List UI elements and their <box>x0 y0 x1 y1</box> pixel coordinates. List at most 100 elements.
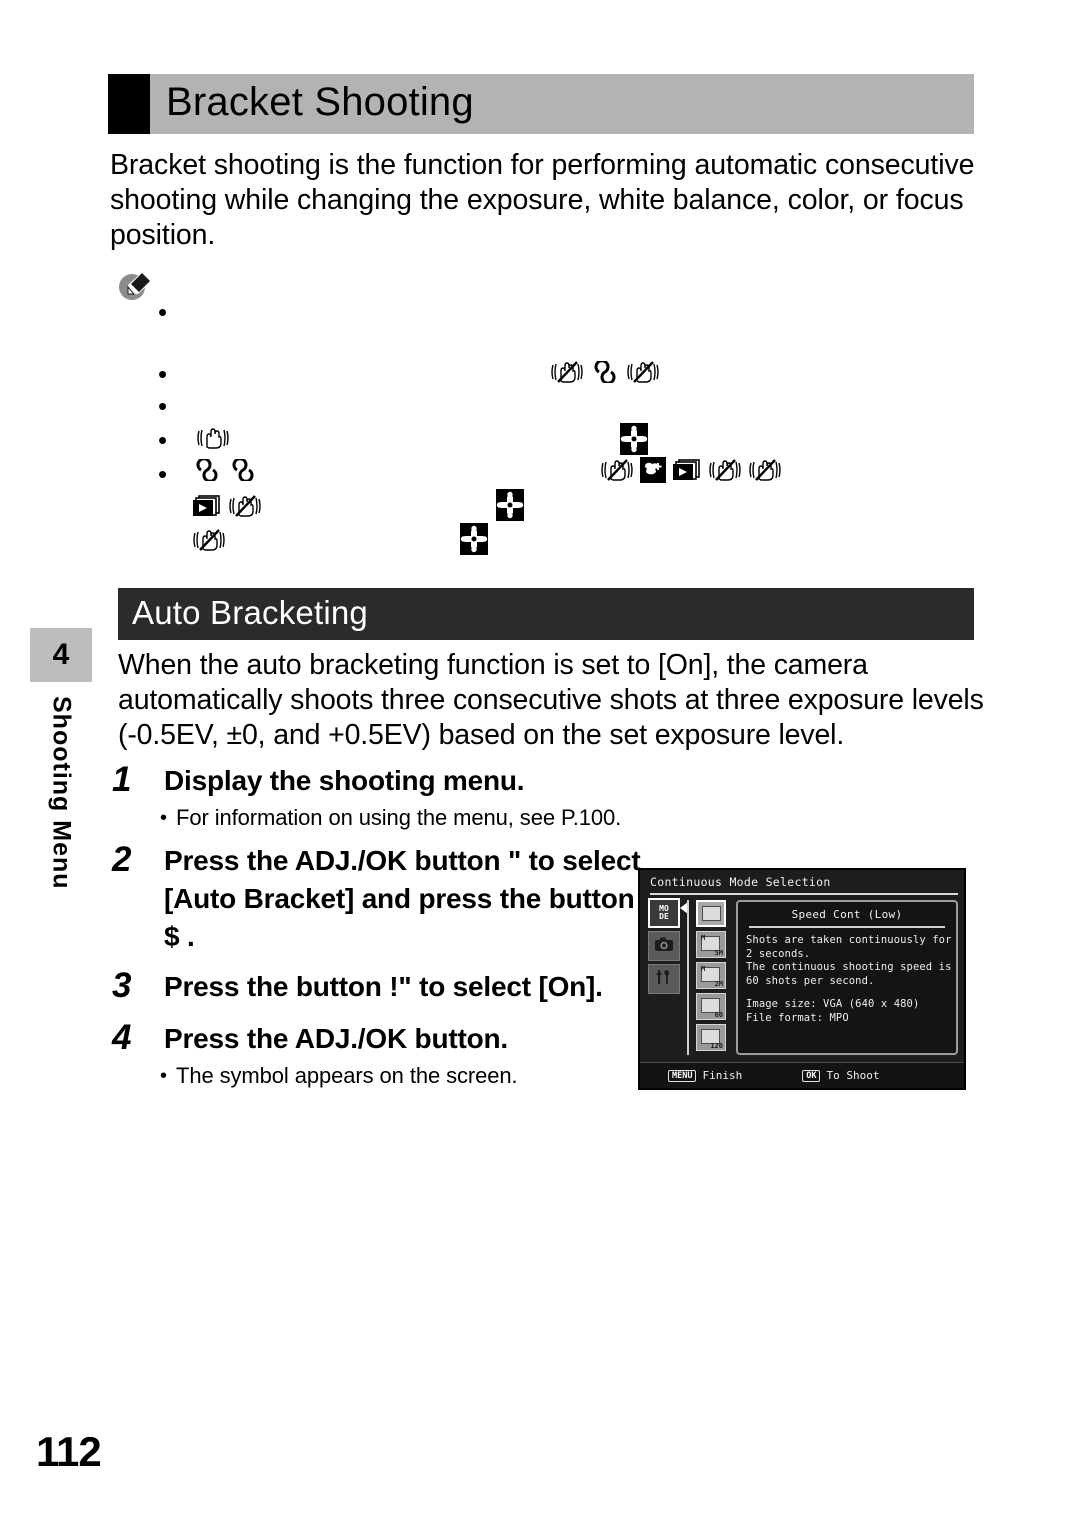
lcd-tab-shooting[interactable] <box>648 931 680 961</box>
lcd-vertical-divider <box>687 900 689 1055</box>
note-pencil-icon <box>114 267 154 307</box>
lcd-tab-strip: MO DE <box>648 898 680 997</box>
step-subtext: For information on using the menu, see P… <box>176 805 622 830</box>
lcd-footer-finish-label: Finish <box>702 1069 743 1082</box>
note-bullet-item: • <box>158 423 988 467</box>
lcd-mode-option-cont-5m[interactable]: M 5M <box>696 931 726 958</box>
note-bullet-item: • <box>158 457 988 499</box>
bullet-marker: • <box>160 1065 167 1087</box>
lcd-title-divider <box>650 893 958 895</box>
four-way-pad-icon <box>620 423 648 460</box>
note-bullet-item: • <box>158 391 988 433</box>
lcd-mode-tag-m: M <box>701 934 706 942</box>
note-bullet-item <box>158 523 988 567</box>
lcd-mode-option-cont-60[interactable]: 60 <box>696 993 726 1020</box>
note-icon-row <box>600 457 782 488</box>
step-subtext-wrapper: • For information on using the menu, see… <box>160 804 652 832</box>
bullet-marker: • <box>158 391 168 421</box>
bullet-marker: • <box>158 459 168 489</box>
playback-stack-icon <box>672 457 702 488</box>
chapter-number: 4 <box>30 628 92 682</box>
note-block: • • • • • <box>108 265 988 565</box>
infinity-icon <box>192 457 222 486</box>
lcd-footer-finish[interactable]: MENU Finish <box>668 1069 742 1082</box>
camera-icon <box>654 936 674 956</box>
infinity-icon <box>228 457 258 486</box>
chapter-name: Shooting Menu <box>47 696 76 890</box>
wrench-tools-icon <box>654 968 674 990</box>
note-icon-row <box>460 523 488 560</box>
title-accent-block <box>108 74 150 134</box>
lcd-footer-bar: MENU Finish OK To Shoot <box>640 1062 964 1088</box>
hand-shake-off-icon <box>228 493 262 524</box>
hand-shake-off-icon <box>708 457 742 488</box>
bullet-marker: • <box>158 425 168 455</box>
lcd-mode-option-cont-120[interactable]: 120 <box>696 1024 726 1051</box>
step-item-4: 4 Press the ADJ./OK button. • The symbol… <box>112 1018 652 1090</box>
hand-shake-off-icon <box>626 359 660 390</box>
infinity-icon <box>590 359 620 388</box>
hand-shake-off-icon <box>550 359 584 390</box>
step-subtext: The symbol appears on the screen. <box>176 1063 518 1088</box>
lcd-screen-title: Continuous Mode Selection <box>650 875 831 889</box>
ok-key-icon: OK <box>802 1069 821 1082</box>
step-number: 4 <box>112 1018 132 1057</box>
lcd-mode-tag-m: M <box>701 965 706 973</box>
lcd-mode-option-cont-2m[interactable]: M 2M <box>696 962 726 989</box>
note-icon-row <box>550 359 660 390</box>
lcd-tab-mode[interactable]: MO DE <box>648 898 680 928</box>
hand-shake-off-icon <box>748 457 782 488</box>
note-bullet-item <box>158 489 988 533</box>
page-title: Bracket Shooting <box>166 80 474 124</box>
frame-icon <box>702 906 721 921</box>
note-icon-row <box>496 489 524 526</box>
note-icon-row <box>192 457 258 486</box>
note-bullet-item: • <box>158 297 988 367</box>
hand-shake-off-icon <box>192 527 226 558</box>
section-heading: Auto Bracketing <box>132 593 368 631</box>
lcd-mode-tag: 60 <box>714 1011 723 1019</box>
bullet-marker: • <box>158 359 168 389</box>
note-icon-row <box>192 493 262 524</box>
lcd-info-body: Shots are taken continuously for 2 secon… <box>746 934 952 987</box>
note-bullet-item: • <box>158 359 988 399</box>
bullet-marker: • <box>160 807 167 829</box>
lcd-mode-tag: 2M <box>714 980 723 988</box>
lcd-tab-mode-label: MO DE <box>659 904 669 921</box>
step-text: Press the button !" to select [On]. <box>164 971 603 1002</box>
lcd-tab-setup[interactable] <box>648 964 680 994</box>
note-icon-row <box>192 527 226 558</box>
lcd-footer-to-shoot[interactable]: OK To Shoot <box>802 1069 879 1082</box>
note-icon-row <box>620 423 648 460</box>
step-text: Press the ADJ./OK button " to select [Au… <box>164 845 641 952</box>
lcd-mode-tag: 5M <box>714 949 723 957</box>
page-number: 112 <box>36 1428 102 1475</box>
step-number: 1 <box>112 760 132 799</box>
lcd-footer-to-shoot-label: To Shoot <box>826 1069 880 1082</box>
section-paragraph: When the auto bracketing function is set… <box>118 649 984 751</box>
step-text: Press the ADJ./OK button. <box>164 1023 509 1054</box>
bullet-marker: • <box>158 297 168 327</box>
playback-stack-icon <box>192 493 222 524</box>
step-number: 2 <box>112 840 132 879</box>
step-list: 1 Display the shooting menu. • For infor… <box>112 760 652 1096</box>
lcd-info-panel: Speed Cont (Low) Shots are taken continu… <box>736 900 958 1055</box>
hand-shake-off-icon <box>600 457 634 488</box>
page-title-bar: Bracket Shooting <box>108 74 974 134</box>
intro-paragraph: Bracket shooting is the function for per… <box>110 149 975 251</box>
four-way-pad-icon <box>460 523 488 560</box>
step-item-3: 3 Press the button !" to select [On]. <box>112 966 652 1006</box>
step-subtext-wrapper: • The symbol appears on the screen. <box>160 1062 652 1090</box>
lcd-info-title: Speed Cont (Low) <box>791 908 903 921</box>
four-way-pad-icon <box>496 489 524 526</box>
lcd-mode-icon-list: M 5M M 2M 60 120 <box>696 900 730 1055</box>
lcd-mode-tag: 120 <box>710 1042 723 1050</box>
lcd-info-spec: Image size: VGA (640 x 480) File format:… <box>746 998 920 1024</box>
lcd-info-divider <box>749 926 945 928</box>
lcd-mode-option-cont-normal[interactable] <box>696 900 726 927</box>
menu-key-icon: MENU <box>668 1069 697 1082</box>
hand-shake-icon <box>196 425 230 456</box>
step-item-1: 1 Display the shooting menu. • For infor… <box>112 760 652 832</box>
step-item-2: 2 Press the ADJ./OK button " to select [… <box>112 840 652 956</box>
chapter-tab: 4 Shooting Menu <box>30 628 92 890</box>
